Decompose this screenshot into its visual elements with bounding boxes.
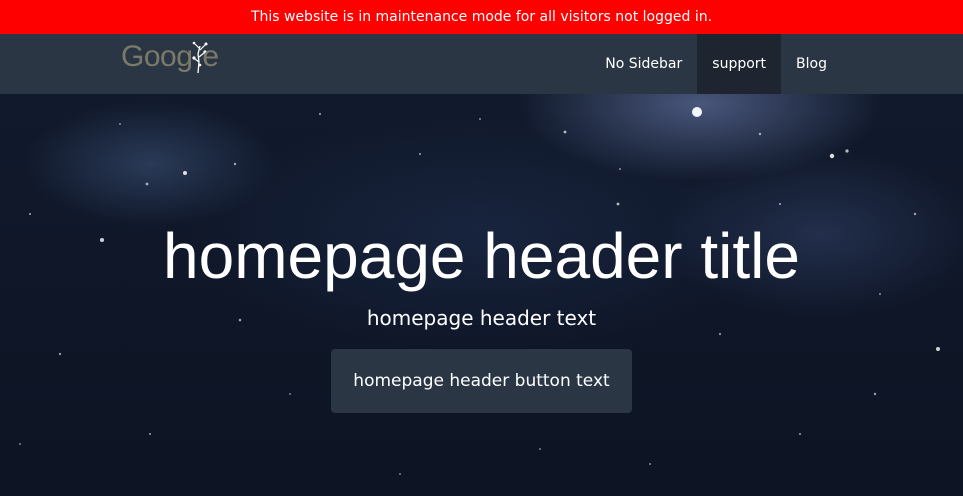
site-logo[interactable]: Goog e — [121, 37, 219, 77]
logo-text-end: e — [202, 40, 219, 73]
nav-link-support[interactable]: support — [697, 34, 782, 94]
logo-text: Goog — [121, 40, 193, 73]
hero-title: homepage header title — [163, 220, 800, 292]
nav-link-no-sidebar[interactable]: No Sidebar — [590, 34, 697, 94]
nav-link-blog[interactable]: Blog — [781, 34, 842, 94]
hero-button[interactable]: homepage header button text — [331, 349, 632, 413]
nav-links: No Sidebar support Blog — [590, 34, 842, 94]
hero-section: homepage header title homepage header te… — [0, 94, 963, 496]
starfield-background — [19, 107, 940, 475]
maintenance-banner-text: This website is in maintenance mode for … — [250, 9, 713, 25]
hero-text: homepage header text — [366, 306, 597, 330]
maintenance-banner: This website is in maintenance mode for … — [0, 0, 963, 34]
top-navbar: Goog e No Sidebar support Blog — [0, 34, 963, 94]
